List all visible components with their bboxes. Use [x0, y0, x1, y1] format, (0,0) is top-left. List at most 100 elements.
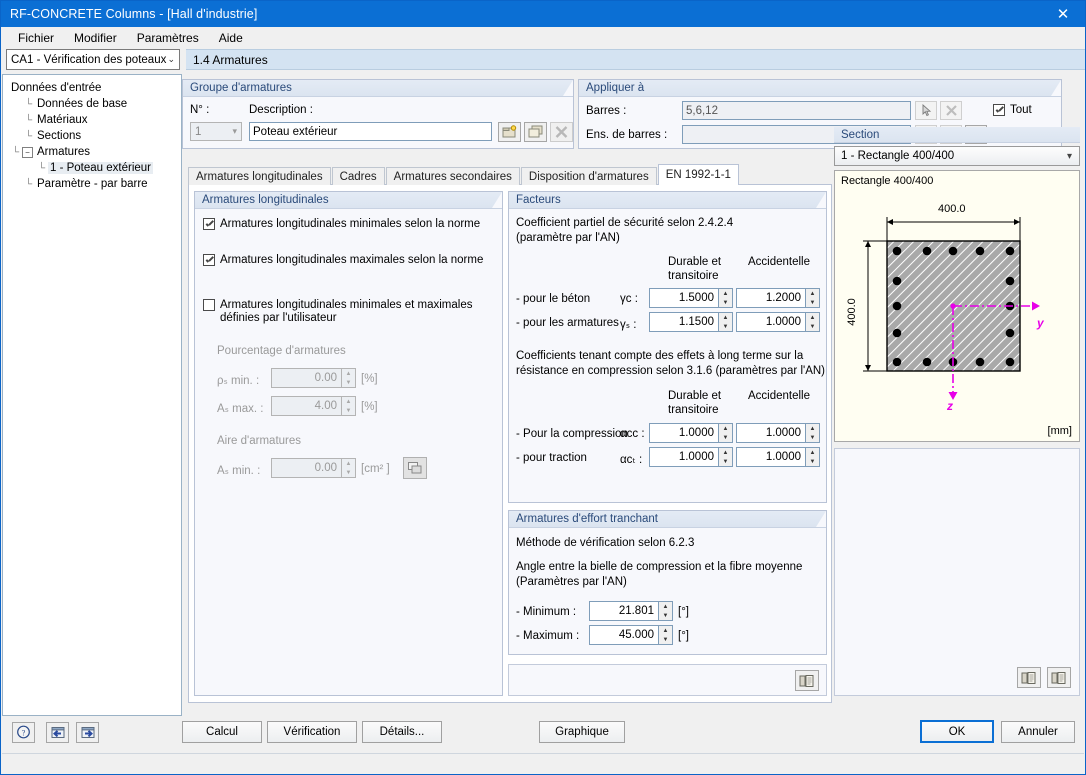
graphique-button[interactable]: Graphique: [539, 721, 625, 743]
gamma-s-durable-stepper[interactable]: 1.1500 ▲ ▼: [649, 312, 733, 332]
spin-down-icon[interactable]: ▼: [806, 433, 819, 442]
verification-button[interactable]: Vérification: [267, 721, 357, 743]
spin-down-icon[interactable]: ▼: [806, 322, 819, 331]
menu-item-parametres[interactable]: Paramètres: [128, 28, 208, 48]
alpha-ct-durable-stepper[interactable]: 1.0000 ▲ ▼: [649, 447, 733, 467]
spin-down-icon[interactable]: ▼: [342, 468, 355, 477]
delete-group-icon[interactable]: [550, 122, 573, 142]
theta-min-stepper[interactable]: 21.801 ▲ ▼: [589, 601, 673, 621]
spin-up-icon[interactable]: ▲: [659, 602, 672, 611]
check-max-per-norm[interactable]: Armatures longitudinales maximales selon…: [203, 254, 493, 267]
spin-up-icon[interactable]: ▲: [719, 289, 732, 298]
tree-item-armatures[interactable]: └ − Armatures: [9, 144, 181, 160]
section-clipboard-icon-2[interactable]: [1047, 667, 1071, 688]
tab-armatures-longitudinales[interactable]: Armatures longitudinales: [188, 167, 331, 185]
gamma-s-accidental-stepper[interactable]: 1.0000 ▲ ▼: [736, 312, 820, 332]
menu-item-modifier[interactable]: Modifier: [65, 28, 126, 48]
spin-up-icon[interactable]: ▲: [806, 424, 819, 433]
theta-max-stepper[interactable]: 45.000 ▲ ▼: [589, 625, 673, 645]
help-icon[interactable]: ?: [12, 722, 35, 743]
description-input[interactable]: Poteau extérieur: [249, 122, 492, 141]
menu-item-fichier[interactable]: Fichier: [9, 28, 63, 48]
tab-en-1992-1-1[interactable]: EN 1992-1-1: [657, 164, 739, 185]
spin-down-icon[interactable]: ▼: [342, 406, 355, 415]
spin-buttons[interactable]: ▲ ▼: [718, 312, 733, 332]
section-preview[interactable]: Rectangle 400/400 [mm] y z 400.0 400.0: [834, 170, 1080, 442]
all-bars-checkbox[interactable]: Tout: [993, 104, 1032, 117]
spin-buttons[interactable]: ▲ ▼: [718, 423, 733, 443]
annuler-button[interactable]: Annuler: [1001, 721, 1075, 743]
spin-up-icon[interactable]: ▲: [806, 313, 819, 322]
spin-up-icon[interactable]: ▲: [806, 448, 819, 457]
spin-buttons[interactable]: ▲ ▼: [805, 423, 820, 443]
spin-down-icon[interactable]: ▼: [806, 457, 819, 466]
spin-up-icon[interactable]: ▲: [342, 397, 355, 406]
gamma-c-durable-stepper[interactable]: 1.5000 ▲ ▼: [649, 288, 733, 308]
as-min-spin-buttons[interactable]: ▲ ▼: [341, 458, 356, 478]
factor-row-concrete-symbol: γᴄ :: [620, 293, 638, 305]
spin-down-icon[interactable]: ▼: [719, 433, 732, 442]
clear-bars-icon[interactable]: [940, 101, 962, 120]
library-import-icon[interactable]: [403, 457, 427, 479]
tab-cadres[interactable]: Cadres: [331, 167, 385, 185]
spin-up-icon[interactable]: ▲: [719, 313, 732, 322]
tree-root-donnees-entree[interactable]: Données d'entrée: [9, 80, 181, 96]
bars-input[interactable]: 5,6,12: [682, 101, 911, 120]
calcul-button[interactable]: Calcul: [182, 721, 262, 743]
spin-buttons[interactable]: ▲ ▼: [718, 447, 733, 467]
menu-item-aide[interactable]: Aide: [210, 28, 252, 48]
spin-buttons[interactable]: ▲ ▼: [805, 288, 820, 308]
tree-item-materiaux[interactable]: └ Matériaux: [9, 112, 181, 128]
settings-clipboard-icon[interactable]: [795, 670, 819, 691]
tree-item-parametre-par-barre[interactable]: └ Paramètre - par barre: [9, 176, 181, 192]
spin-up-icon[interactable]: ▲: [659, 626, 672, 635]
tree-item-poteau-exterieur[interactable]: └ 1 - Poteau extérieur: [9, 160, 181, 176]
spin-down-icon[interactable]: ▼: [806, 298, 819, 307]
tree-item-sections[interactable]: └ Sections: [9, 128, 181, 144]
section-clipboard-icon-1[interactable]: [1017, 667, 1041, 688]
gamma-c-accidental-stepper[interactable]: 1.2000 ▲ ▼: [736, 288, 820, 308]
tree-item-donnees-de-base[interactable]: └ Données de base: [9, 96, 181, 112]
spin-down-icon[interactable]: ▼: [719, 457, 732, 466]
spin-down-icon[interactable]: ▼: [719, 298, 732, 307]
details-button[interactable]: Détails...: [362, 721, 442, 743]
spin-up-icon[interactable]: ▲: [342, 369, 355, 378]
alpha-ct-accidental-stepper[interactable]: 1.0000 ▲ ▼: [736, 447, 820, 467]
rho-min-spin-buttons[interactable]: ▲ ▼: [341, 368, 356, 388]
close-icon[interactable]: ✕: [1041, 1, 1085, 27]
spin-buttons[interactable]: ▲ ▼: [718, 288, 733, 308]
rho-min-stepper[interactable]: 0.00 ▲ ▼: [271, 368, 356, 388]
previous-page-icon[interactable]: [46, 722, 69, 743]
as-min-stepper[interactable]: 0.00 ▲ ▼: [271, 458, 356, 478]
spin-buttons[interactable]: ▲ ▼: [658, 601, 673, 621]
spin-buttons[interactable]: ▲ ▼: [805, 312, 820, 332]
spin-down-icon[interactable]: ▼: [342, 378, 355, 387]
spin-buttons[interactable]: ▲ ▼: [658, 625, 673, 645]
check-user-defined[interactable]: Armatures longitudinales minimales et ma…: [203, 299, 481, 325]
spin-up-icon[interactable]: ▲: [342, 459, 355, 468]
spin-down-icon[interactable]: ▼: [659, 611, 672, 620]
module-select[interactable]: CA1 - Vérification des poteaux ⌄: [6, 49, 180, 70]
new-group-icon[interactable]: [498, 122, 521, 142]
alpha-cc-accidental-stepper[interactable]: 1.0000 ▲ ▼: [736, 423, 820, 443]
copy-group-icon[interactable]: [524, 122, 547, 142]
collapse-icon[interactable]: −: [22, 146, 33, 158]
next-page-icon[interactable]: [76, 722, 99, 743]
spin-down-icon[interactable]: ▼: [659, 635, 672, 644]
group-number-select[interactable]: 1 ▾: [190, 122, 242, 141]
spin-up-icon[interactable]: ▲: [719, 424, 732, 433]
spin-up-icon[interactable]: ▲: [719, 448, 732, 457]
ok-button[interactable]: OK: [920, 720, 994, 743]
section-select[interactable]: 1 - Rectangle 400/400 ▾: [834, 146, 1080, 166]
check-min-per-norm[interactable]: Armatures longitudinales minimales selon…: [203, 218, 493, 231]
spin-up-icon[interactable]: ▲: [806, 289, 819, 298]
tab-disposition-armatures[interactable]: Disposition d'armatures: [520, 167, 657, 185]
spin-down-icon[interactable]: ▼: [719, 322, 732, 331]
spin-buttons[interactable]: ▲ ▼: [805, 447, 820, 467]
as-max-spin-buttons[interactable]: ▲ ▼: [341, 396, 356, 416]
as-max-stepper[interactable]: 4.00 ▲ ▼: [271, 396, 356, 416]
title-bar: RF-CONCRETE Columns - [Hall d'industrie]…: [1, 1, 1085, 27]
pick-bars-icon[interactable]: [915, 101, 937, 120]
tab-armatures-secondaires[interactable]: Armatures secondaires: [385, 167, 520, 185]
alpha-cc-durable-stepper[interactable]: 1.0000 ▲ ▼: [649, 423, 733, 443]
